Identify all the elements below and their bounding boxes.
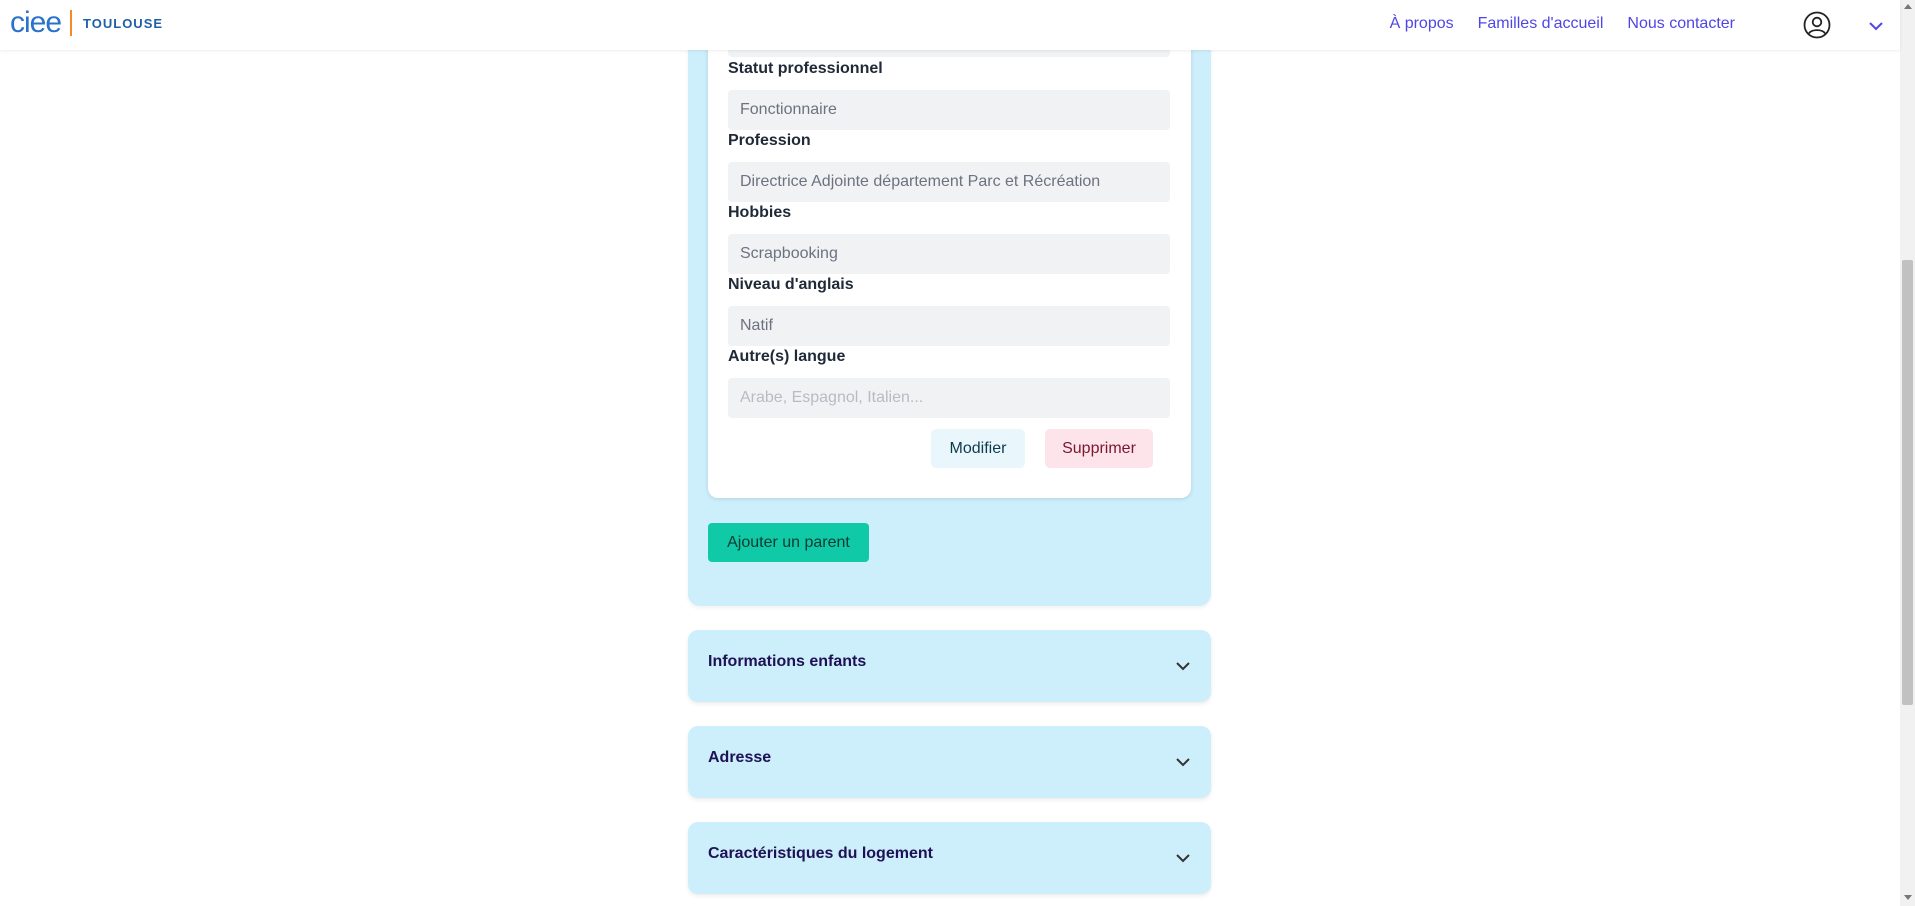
profession-field[interactable]: Directrice Adjointe département Parc et … bbox=[728, 162, 1170, 202]
edit-parent-button[interactable]: Modifier bbox=[931, 429, 1025, 468]
accordion-title: Informations enfants bbox=[708, 653, 867, 670]
professional-status-field[interactable]: Fonctionnaire bbox=[728, 90, 1170, 130]
logo-separator bbox=[70, 10, 73, 36]
chevron-down-icon bbox=[1176, 758, 1190, 767]
add-parent-button[interactable]: Ajouter un parent bbox=[708, 523, 869, 562]
chevron-down-icon bbox=[1176, 854, 1190, 863]
logo-wordmark: ciee bbox=[10, 6, 62, 39]
nav-link-host-families[interactable]: Familles d'accueil bbox=[1478, 15, 1604, 33]
field-label-english-level: Niveau d'anglais bbox=[728, 276, 854, 293]
chevron-down-icon[interactable] bbox=[1868, 18, 1884, 34]
nav-link-about[interactable]: À propos bbox=[1390, 15, 1454, 33]
nav-link-contact[interactable]: Nous contacter bbox=[1627, 15, 1735, 33]
page-scrollbar[interactable] bbox=[1900, 0, 1915, 906]
user-circle-icon[interactable] bbox=[1803, 11, 1831, 39]
other-languages-field[interactable]: Arabe, Espagnol, Italien... bbox=[728, 378, 1170, 418]
delete-parent-button[interactable]: Supprimer bbox=[1045, 429, 1153, 468]
english-level-field[interactable]: Natif bbox=[728, 306, 1170, 346]
accordion-children-info[interactable]: Informations enfants bbox=[688, 630, 1211, 702]
scroll-down-arrow-icon[interactable] bbox=[1904, 895, 1912, 900]
logo-city: TOULOUSE bbox=[83, 15, 164, 31]
field-label-hobbies: Hobbies bbox=[728, 204, 792, 221]
hobbies-field[interactable]: Scrapbooking bbox=[728, 234, 1170, 274]
accordion-title: Adresse bbox=[708, 749, 772, 766]
accordion-housing-features[interactable]: Caractéristiques du logement bbox=[688, 822, 1211, 894]
accordion-title: Caractéristiques du logement bbox=[708, 845, 933, 862]
scroll-up-arrow-icon[interactable] bbox=[1904, 4, 1912, 9]
chevron-down-icon bbox=[1176, 662, 1190, 671]
field-label-professional-status: Statut professionnel bbox=[728, 60, 883, 77]
field-label-other-languages: Autre(s) langue bbox=[728, 348, 846, 365]
field-label-profession: Profession bbox=[728, 132, 811, 149]
ciee-logo[interactable]: ciee TOULOUSE bbox=[10, 8, 163, 38]
top-header: ciee TOULOUSE À propos Familles d'accuei… bbox=[0, 0, 1900, 50]
main-nav: À propos Familles d'accueil Nous contact… bbox=[1390, 15, 1735, 33]
accordion-address[interactable]: Adresse bbox=[688, 726, 1211, 798]
scrollbar-thumb[interactable] bbox=[1902, 260, 1913, 705]
